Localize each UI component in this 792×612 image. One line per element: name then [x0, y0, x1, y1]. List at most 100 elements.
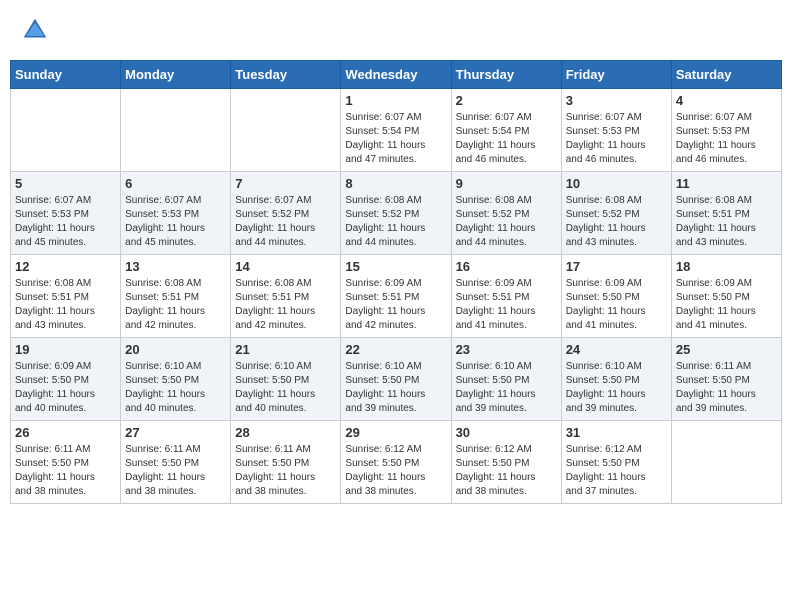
day-info: Sunrise: 6:11 AMSunset: 5:50 PMDaylight:… — [676, 360, 777, 416]
column-header-monday: Monday — [121, 61, 231, 89]
day-info: Sunrise: 6:08 AMSunset: 5:51 PMDaylight:… — [125, 277, 226, 333]
day-info: Sunrise: 6:10 AMSunset: 5:50 PMDaylight:… — [235, 360, 336, 416]
column-header-thursday: Thursday — [451, 61, 561, 89]
day-info: Sunrise: 6:08 AMSunset: 5:52 PMDaylight:… — [566, 194, 667, 250]
calendar-cell: 2 Sunrise: 6:07 AMSunset: 5:54 PMDaylight… — [451, 89, 561, 172]
calendar-cell: 29 Sunrise: 6:12 AMSunset: 5:50 PMDayligh… — [341, 421, 451, 504]
day-info: Sunrise: 6:09 AMSunset: 5:50 PMDaylight:… — [676, 277, 777, 333]
day-number: 17 — [566, 259, 667, 274]
day-info: Sunrise: 6:08 AMSunset: 5:52 PMDaylight:… — [456, 194, 557, 250]
day-info: Sunrise: 6:11 AMSunset: 5:50 PMDaylight:… — [15, 443, 116, 499]
day-info: Sunrise: 6:09 AMSunset: 5:51 PMDaylight:… — [456, 277, 557, 333]
day-number: 28 — [235, 425, 336, 440]
day-number: 22 — [345, 342, 446, 357]
day-info: Sunrise: 6:11 AMSunset: 5:50 PMDaylight:… — [235, 443, 336, 499]
day-number: 3 — [566, 93, 667, 108]
day-number: 4 — [676, 93, 777, 108]
calendar-table: SundayMondayTuesdayWednesdayThursdayFrid… — [10, 60, 782, 504]
calendar-cell: 16 Sunrise: 6:09 AMSunset: 5:51 PMDayligh… — [451, 255, 561, 338]
day-number: 30 — [456, 425, 557, 440]
day-number: 19 — [15, 342, 116, 357]
day-info: Sunrise: 6:10 AMSunset: 5:50 PMDaylight:… — [345, 360, 446, 416]
calendar-cell: 1 Sunrise: 6:07 AMSunset: 5:54 PMDaylight… — [341, 89, 451, 172]
column-header-wednesday: Wednesday — [341, 61, 451, 89]
day-info: Sunrise: 6:10 AMSunset: 5:50 PMDaylight:… — [456, 360, 557, 416]
calendar-cell: 15 Sunrise: 6:09 AMSunset: 5:51 PMDayligh… — [341, 255, 451, 338]
day-info: Sunrise: 6:10 AMSunset: 5:50 PMDaylight:… — [566, 360, 667, 416]
day-number: 1 — [345, 93, 446, 108]
calendar-cell: 24 Sunrise: 6:10 AMSunset: 5:50 PMDayligh… — [561, 338, 671, 421]
calendar-week-1: 1 Sunrise: 6:07 AMSunset: 5:54 PMDaylight… — [11, 89, 782, 172]
calendar-week-2: 5 Sunrise: 6:07 AMSunset: 5:53 PMDaylight… — [11, 172, 782, 255]
calendar-cell: 7 Sunrise: 6:07 AMSunset: 5:52 PMDaylight… — [231, 172, 341, 255]
day-info: Sunrise: 6:11 AMSunset: 5:50 PMDaylight:… — [125, 443, 226, 499]
logo — [20, 15, 54, 45]
day-info: Sunrise: 6:10 AMSunset: 5:50 PMDaylight:… — [125, 360, 226, 416]
column-header-tuesday: Tuesday — [231, 61, 341, 89]
calendar-cell: 31Sunrise: 6:12 AMSunset: 5:50 PMDayligh… — [561, 421, 671, 504]
calendar-cell: 27 Sunrise: 6:11 AMSunset: 5:50 PMDayligh… — [121, 421, 231, 504]
calendar-cell: 22 Sunrise: 6:10 AMSunset: 5:50 PMDayligh… — [341, 338, 451, 421]
day-number: 26 — [15, 425, 116, 440]
calendar-cell — [671, 421, 781, 504]
day-info: Sunrise: 6:07 AMSunset: 5:54 PMDaylight:… — [456, 111, 557, 167]
day-number: 9 — [456, 176, 557, 191]
calendar-cell: 25 Sunrise: 6:11 AMSunset: 5:50 PMDayligh… — [671, 338, 781, 421]
day-number: 12 — [15, 259, 116, 274]
day-number: 27 — [125, 425, 226, 440]
day-info: Sunrise: 6:08 AMSunset: 5:52 PMDaylight:… — [345, 194, 446, 250]
day-number: 15 — [345, 259, 446, 274]
day-info: Sunrise: 6:07 AMSunset: 5:54 PMDaylight:… — [345, 111, 446, 167]
calendar-cell: 4 Sunrise: 6:07 AMSunset: 5:53 PMDaylight… — [671, 89, 781, 172]
day-number: 16 — [456, 259, 557, 274]
day-number: 7 — [235, 176, 336, 191]
day-info: Sunrise: 6:12 AMSunset: 5:50 PMDaylight:… — [345, 443, 446, 499]
calendar-cell: 17 Sunrise: 6:09 AMSunset: 5:50 PMDayligh… — [561, 255, 671, 338]
calendar-cell: 18 Sunrise: 6:09 AMSunset: 5:50 PMDayligh… — [671, 255, 781, 338]
day-number: 18 — [676, 259, 777, 274]
day-info: Sunrise: 6:08 AMSunset: 5:51 PMDaylight:… — [235, 277, 336, 333]
day-info: Sunrise: 6:07 AMSunset: 5:53 PMDaylight:… — [125, 194, 226, 250]
day-number: 29 — [345, 425, 446, 440]
calendar-cell: 19 Sunrise: 6:09 AMSunset: 5:50 PMDayligh… — [11, 338, 121, 421]
column-header-sunday: Sunday — [11, 61, 121, 89]
calendar-cell: 23 Sunrise: 6:10 AMSunset: 5:50 PMDayligh… — [451, 338, 561, 421]
day-info: Sunrise: 6:07 AMSunset: 5:53 PMDaylight:… — [676, 111, 777, 167]
day-info: Sunrise: 6:09 AMSunset: 5:51 PMDaylight:… — [345, 277, 446, 333]
day-number: 25 — [676, 342, 777, 357]
calendar-cell — [231, 89, 341, 172]
day-info: Sunrise: 6:07 AMSunset: 5:53 PMDaylight:… — [566, 111, 667, 167]
logo-icon — [20, 15, 50, 45]
calendar-cell: 28 Sunrise: 6:11 AMSunset: 5:50 PMDayligh… — [231, 421, 341, 504]
calendar-cell: 9 Sunrise: 6:08 AMSunset: 5:52 PMDaylight… — [451, 172, 561, 255]
day-info: Sunrise: 6:07 AMSunset: 5:52 PMDaylight:… — [235, 194, 336, 250]
day-number: 6 — [125, 176, 226, 191]
calendar-cell: 6 Sunrise: 6:07 AMSunset: 5:53 PMDaylight… — [121, 172, 231, 255]
calendar-cell: 8Sunrise: 6:08 AMSunset: 5:52 PMDaylight… — [341, 172, 451, 255]
day-number: 10 — [566, 176, 667, 191]
day-info: Sunrise: 6:12 AMSunset: 5:50 PMDaylight:… — [566, 443, 667, 499]
day-info: Sunrise: 6:09 AMSunset: 5:50 PMDaylight:… — [15, 360, 116, 416]
calendar-cell: 21 Sunrise: 6:10 AMSunset: 5:50 PMDayligh… — [231, 338, 341, 421]
day-number: 24 — [566, 342, 667, 357]
day-number: 20 — [125, 342, 226, 357]
page-header — [10, 10, 782, 50]
day-number: 14 — [235, 259, 336, 274]
day-info: Sunrise: 6:07 AMSunset: 5:53 PMDaylight:… — [15, 194, 116, 250]
day-number: 23 — [456, 342, 557, 357]
day-number: 21 — [235, 342, 336, 357]
day-number: 13 — [125, 259, 226, 274]
calendar-header-row: SundayMondayTuesdayWednesdayThursdayFrid… — [11, 61, 782, 89]
day-info: Sunrise: 6:09 AMSunset: 5:50 PMDaylight:… — [566, 277, 667, 333]
calendar-cell — [121, 89, 231, 172]
calendar-cell: 5 Sunrise: 6:07 AMSunset: 5:53 PMDaylight… — [11, 172, 121, 255]
calendar-cell: 20 Sunrise: 6:10 AMSunset: 5:50 PMDayligh… — [121, 338, 231, 421]
calendar-cell: 13 Sunrise: 6:08 AMSunset: 5:51 PMDayligh… — [121, 255, 231, 338]
calendar-week-5: 26 Sunrise: 6:11 AMSunset: 5:50 PMDayligh… — [11, 421, 782, 504]
day-number: 5 — [15, 176, 116, 191]
day-info: Sunrise: 6:08 AMSunset: 5:51 PMDaylight:… — [676, 194, 777, 250]
day-number: 2 — [456, 93, 557, 108]
column-header-friday: Friday — [561, 61, 671, 89]
calendar-cell: 30Sunrise: 6:12 AMSunset: 5:50 PMDayligh… — [451, 421, 561, 504]
calendar-cell: 14 Sunrise: 6:08 AMSunset: 5:51 PMDayligh… — [231, 255, 341, 338]
